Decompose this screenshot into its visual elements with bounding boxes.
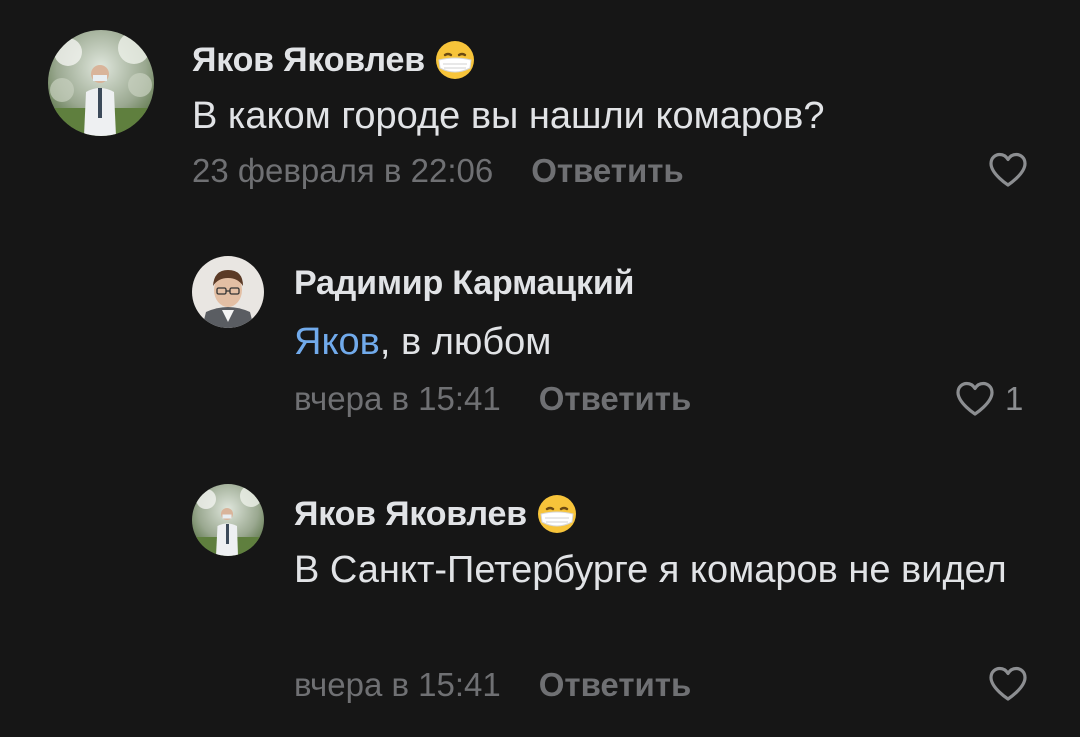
like-button[interactable]: 1 — [955, 380, 1023, 418]
reply-button[interactable]: Ответить — [539, 380, 692, 418]
comment-author[interactable]: Радимир Кармацкий — [294, 264, 634, 303]
author-name[interactable]: Яков Яковлев — [294, 495, 527, 534]
heart-outline-icon — [989, 152, 1027, 187]
heart-outline-icon — [989, 666, 1027, 701]
like-button[interactable] — [988, 666, 1028, 702]
comment-body: , в любом — [379, 321, 552, 363]
comment-body: В Санкт-Петербурге я комаров не видел — [294, 549, 1007, 591]
comment-body: В каком городе вы нашли комаров? — [192, 95, 825, 137]
reply-button[interactable]: Ответить — [531, 152, 684, 190]
comment-text: Яков, в любом — [294, 316, 994, 368]
avatar[interactable] — [192, 256, 264, 328]
mention-link[interactable]: Яков — [294, 321, 380, 363]
comment-timestamp[interactable]: 23 февраля в 22:06 — [192, 152, 493, 190]
avatar[interactable] — [48, 30, 154, 136]
comment-timestamp[interactable]: вчера в 15:41 — [294, 380, 501, 418]
comments-thread: Яков Яковлев В каком городе вы нашли ком… — [0, 0, 1080, 737]
reply-button[interactable]: Ответить — [539, 666, 692, 704]
face-with-medical-mask-icon — [535, 492, 579, 536]
like-button[interactable] — [988, 152, 1028, 188]
face-with-medical-mask-icon — [433, 38, 477, 82]
comment-author[interactable]: Яков Яковлев — [192, 38, 477, 82]
comment-meta: 23 февраля в 22:06 Ответить — [192, 152, 684, 190]
comment-author[interactable]: Яков Яковлев — [294, 492, 579, 536]
comment-timestamp[interactable]: вчера в 15:41 — [294, 666, 501, 704]
author-name[interactable]: Радимир Кармацкий — [294, 264, 634, 303]
avatar[interactable] — [192, 484, 264, 556]
comment-text: В Санкт-Петербурге я комаров не видел — [294, 544, 1014, 596]
author-name[interactable]: Яков Яковлев — [192, 41, 425, 80]
like-count: 1 — [1005, 380, 1024, 417]
heart-outline-icon — [956, 381, 994, 416]
comment-meta: вчера в 15:41 Ответить — [294, 380, 691, 418]
comment-text: В каком городе вы нашли комаров? — [192, 90, 1012, 142]
comment-meta: вчера в 15:41 Ответить — [294, 666, 691, 704]
